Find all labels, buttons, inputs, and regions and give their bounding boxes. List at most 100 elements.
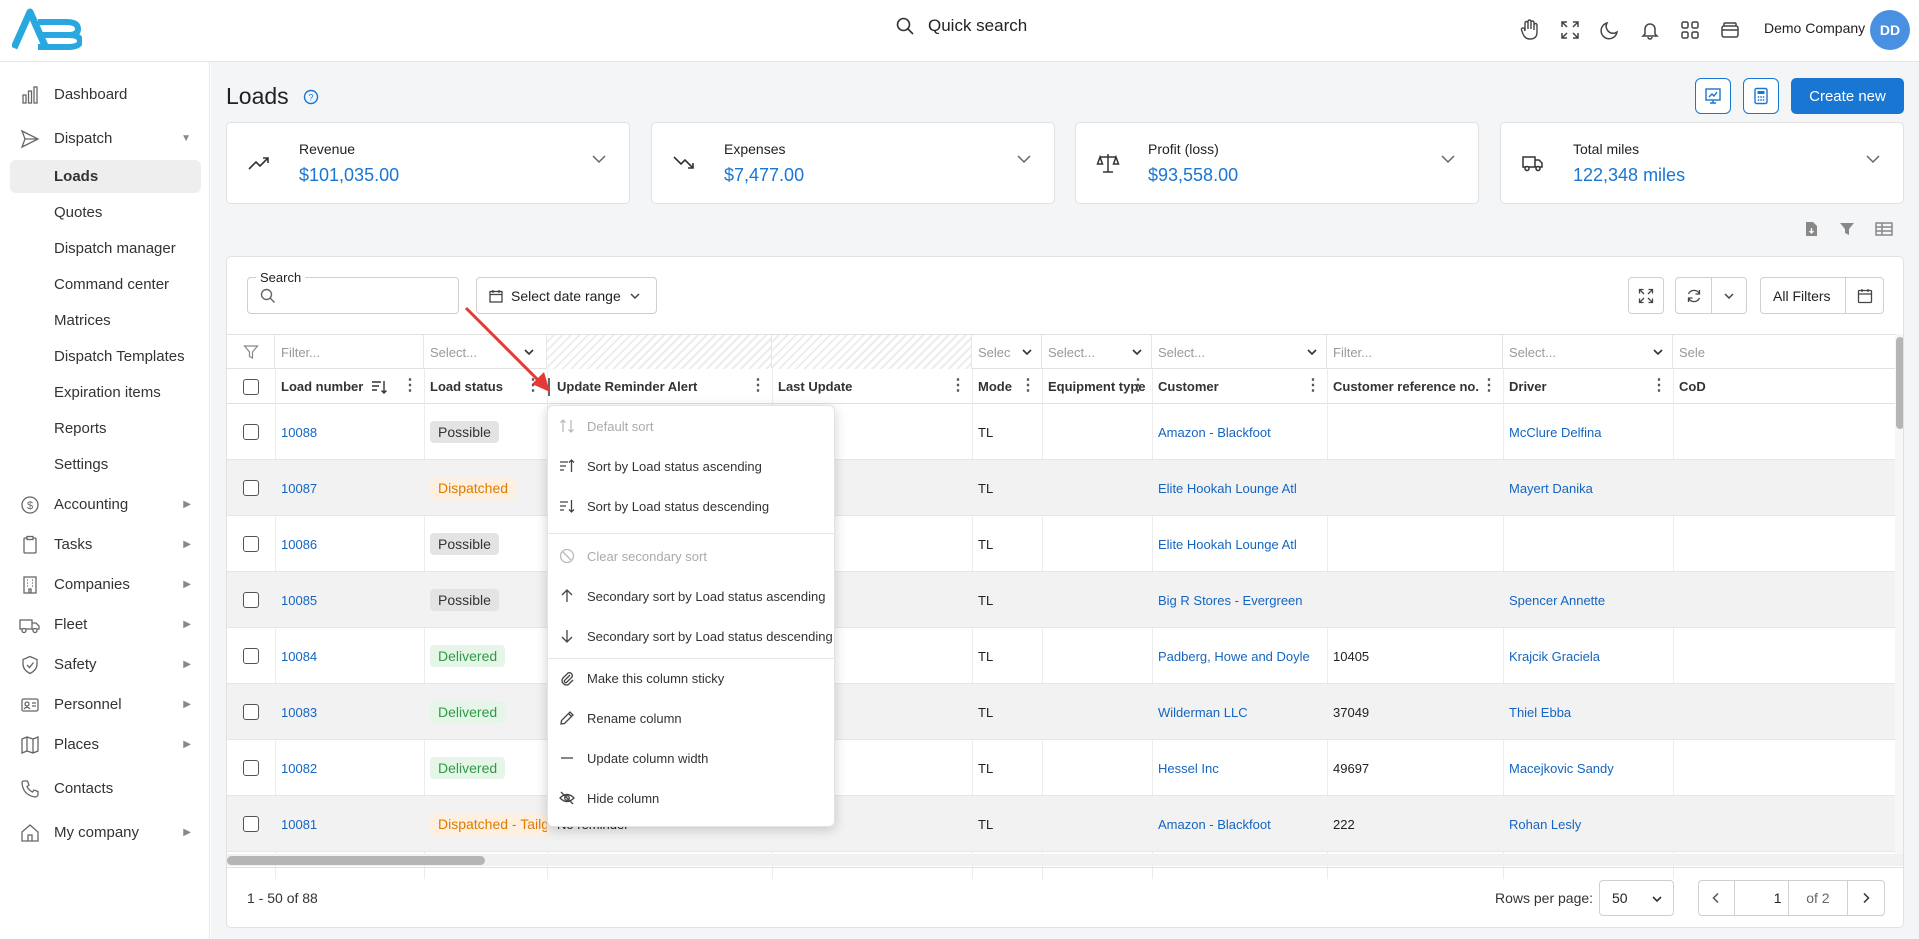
hand-icon[interactable] <box>1517 16 1543 44</box>
user-avatar[interactable]: DD <box>1870 10 1910 50</box>
sidebar-item-my-company[interactable]: My company ▶ <box>10 816 201 849</box>
calendar-icon[interactable] <box>1845 278 1883 313</box>
page-number-input[interactable]: 1 <box>1735 881 1789 915</box>
menu-item-default-sort[interactable]: Default sort <box>548 408 836 444</box>
column-menu-icon[interactable]: ⋮ <box>950 378 966 394</box>
driver-link[interactable]: Spencer Annette <box>1503 572 1673 628</box>
chevron-down-icon[interactable] <box>1712 290 1746 302</box>
column-header-update-reminder-alert[interactable]: Update Reminder Alert ⋮ <box>551 369 772 404</box>
column-header-cod[interactable]: CoD <box>1673 369 1895 404</box>
column-header-driver[interactable]: Driver ⋮ <box>1503 369 1673 404</box>
load-number-link[interactable]: 10085 <box>275 572 424 628</box>
app-logo[interactable] <box>12 8 82 50</box>
sidebar-item-accounting[interactable]: $ Accounting ▶ <box>10 488 201 521</box>
quick-search[interactable]: Quick search <box>896 16 1027 36</box>
kpi-card-expenses[interactable]: Expenses $7,477.00 <box>651 122 1055 204</box>
table-row[interactable]: 10084 Delivered TL Padberg, Howe and Doy… <box>227 628 1903 684</box>
column-header-mode[interactable]: Mode ⋮ <box>972 369 1042 404</box>
company-name[interactable]: Demo Company <box>1764 20 1865 36</box>
filter-customer-reference[interactable]: Filter... <box>1327 335 1503 369</box>
sidebar-item-dashboard[interactable]: Dashboard <box>10 78 201 111</box>
load-number-link[interactable]: 10086 <box>275 516 424 572</box>
column-menu-icon[interactable]: ⋮ <box>750 378 766 394</box>
kpi-card-revenue[interactable]: Revenue $101,035.00 <box>226 122 630 204</box>
row-checkbox[interactable] <box>227 572 275 628</box>
sidebar-item-companies[interactable]: Companies ▶ <box>10 568 201 601</box>
driver-link[interactable]: Mayert Danika <box>1503 460 1673 516</box>
column-menu-icon[interactable]: ⋮ <box>1305 378 1321 394</box>
checkbox[interactable] <box>243 378 259 395</box>
customer-link[interactable]: Wilderman LLC <box>1152 684 1327 740</box>
sidebar-item-contacts[interactable]: Contacts <box>10 772 201 805</box>
filter-cod[interactable]: Sele <box>1673 335 1895 369</box>
menu-item-rename-column[interactable]: Rename column <box>548 700 836 736</box>
sidebar-item-places[interactable]: Places ▶ <box>10 728 201 761</box>
bell-icon[interactable] <box>1637 16 1663 44</box>
menu-item-secondary-sort-descending[interactable]: Secondary sort by Load status descending <box>548 618 836 654</box>
menu-item-update-column-width[interactable]: Update column width <box>548 740 836 776</box>
column-menu-icon[interactable]: ⋮ <box>1020 378 1036 394</box>
checkbox[interactable] <box>243 536 259 552</box>
filter-mode[interactable]: Selec <box>972 335 1012 369</box>
scrollbar-thumb[interactable] <box>227 856 485 865</box>
menu-item-secondary-sort-ascending[interactable]: Secondary sort by Load status ascending <box>548 578 836 614</box>
fullscreen-icon[interactable] <box>1557 16 1583 44</box>
row-checkbox[interactable] <box>227 460 275 516</box>
menu-item-sort-descending[interactable]: Sort by Load status descending <box>548 488 836 524</box>
column-header-last-update[interactable]: Last Update ⋮ <box>772 369 972 404</box>
funnel-icon[interactable] <box>227 335 275 369</box>
column-header-load-number[interactable]: Load number ⋮ <box>275 369 424 404</box>
chevron-down-icon[interactable] <box>591 151 607 167</box>
chevron-down-icon[interactable] <box>1440 151 1456 167</box>
customer-link[interactable]: Amazon - Blackfoot <box>1152 796 1327 852</box>
load-number-link[interactable]: 10082 <box>275 740 424 796</box>
analytics-button[interactable] <box>1695 78 1731 114</box>
column-menu-icon[interactable]: ⋮ <box>1130 378 1146 394</box>
checkbox[interactable] <box>243 704 259 720</box>
column-menu-icon[interactable]: ⋮ <box>402 378 418 394</box>
rows-per-page-select[interactable]: 50 <box>1599 880 1674 916</box>
all-filters-button[interactable]: All Filters <box>1760 277 1884 314</box>
load-number-link[interactable]: 10084 <box>275 628 424 684</box>
sidebar-item-loads[interactable]: Loads <box>10 160 201 193</box>
filter-customer[interactable]: Select... <box>1152 335 1297 369</box>
filter-icon[interactable] <box>1838 220 1856 238</box>
sidebar-item-tasks[interactable]: Tasks ▶ <box>10 528 201 561</box>
horizontal-scrollbar[interactable] <box>227 854 1903 866</box>
customer-link[interactable]: Hessel Inc <box>1152 740 1327 796</box>
chevron-down-icon[interactable] <box>1012 335 1042 369</box>
column-header-customer-reference[interactable]: Customer reference no. ⋮ <box>1327 369 1503 404</box>
row-checkbox[interactable] <box>227 684 275 740</box>
sidebar-item-personnel[interactable]: Personnel ▶ <box>10 688 201 721</box>
help-icon[interactable]: ? <box>303 89 319 105</box>
menu-item-clear-secondary-sort[interactable]: Clear secondary sort <box>548 538 836 574</box>
customer-link[interactable]: Amazon - Blackfoot <box>1152 404 1327 460</box>
scrollbar-thumb[interactable] <box>1896 337 1903 429</box>
table-view-icon[interactable] <box>1874 220 1894 238</box>
sidebar-item-matrices[interactable]: Matrices <box>10 304 201 337</box>
load-number-link[interactable]: 10087 <box>275 460 424 516</box>
driver-link[interactable]: Macejkovic Sandy <box>1503 740 1673 796</box>
export-file-icon[interactable] <box>1802 220 1820 238</box>
vertical-scrollbar[interactable] <box>1895 334 1903 854</box>
column-menu-icon[interactable]: ⋮ <box>1651 378 1667 394</box>
chevron-down-icon[interactable] <box>1122 335 1152 369</box>
row-checkbox[interactable] <box>227 404 275 460</box>
table-row[interactable]: 10087 Dispatched TL Elite Hookah Lounge … <box>227 460 1903 516</box>
sort-descending-icon[interactable] <box>371 379 387 395</box>
row-checkbox[interactable] <box>227 740 275 796</box>
driver-link[interactable]: McClure Delfina <box>1503 404 1673 460</box>
chevron-down-icon[interactable] <box>1016 151 1032 167</box>
row-checkbox[interactable] <box>227 516 275 572</box>
sidebar-item-safety[interactable]: Safety ▶ <box>10 648 201 681</box>
row-checkbox[interactable] <box>227 628 275 684</box>
customer-link[interactable]: Elite Hookah Lounge Atl <box>1152 516 1327 572</box>
table-row[interactable]: 10085 Possible TL Big R Stores - Evergre… <box>227 572 1903 628</box>
chevron-down-icon[interactable] <box>1643 335 1673 369</box>
filter-driver[interactable]: Select... <box>1503 335 1643 369</box>
checkbox[interactable] <box>243 424 259 440</box>
create-new-button[interactable]: Create new <box>1791 78 1904 114</box>
menu-item-sticky-column[interactable]: Make this column sticky <box>548 660 836 696</box>
load-number-link[interactable]: 10081 <box>275 796 424 852</box>
checkbox[interactable] <box>243 648 259 664</box>
